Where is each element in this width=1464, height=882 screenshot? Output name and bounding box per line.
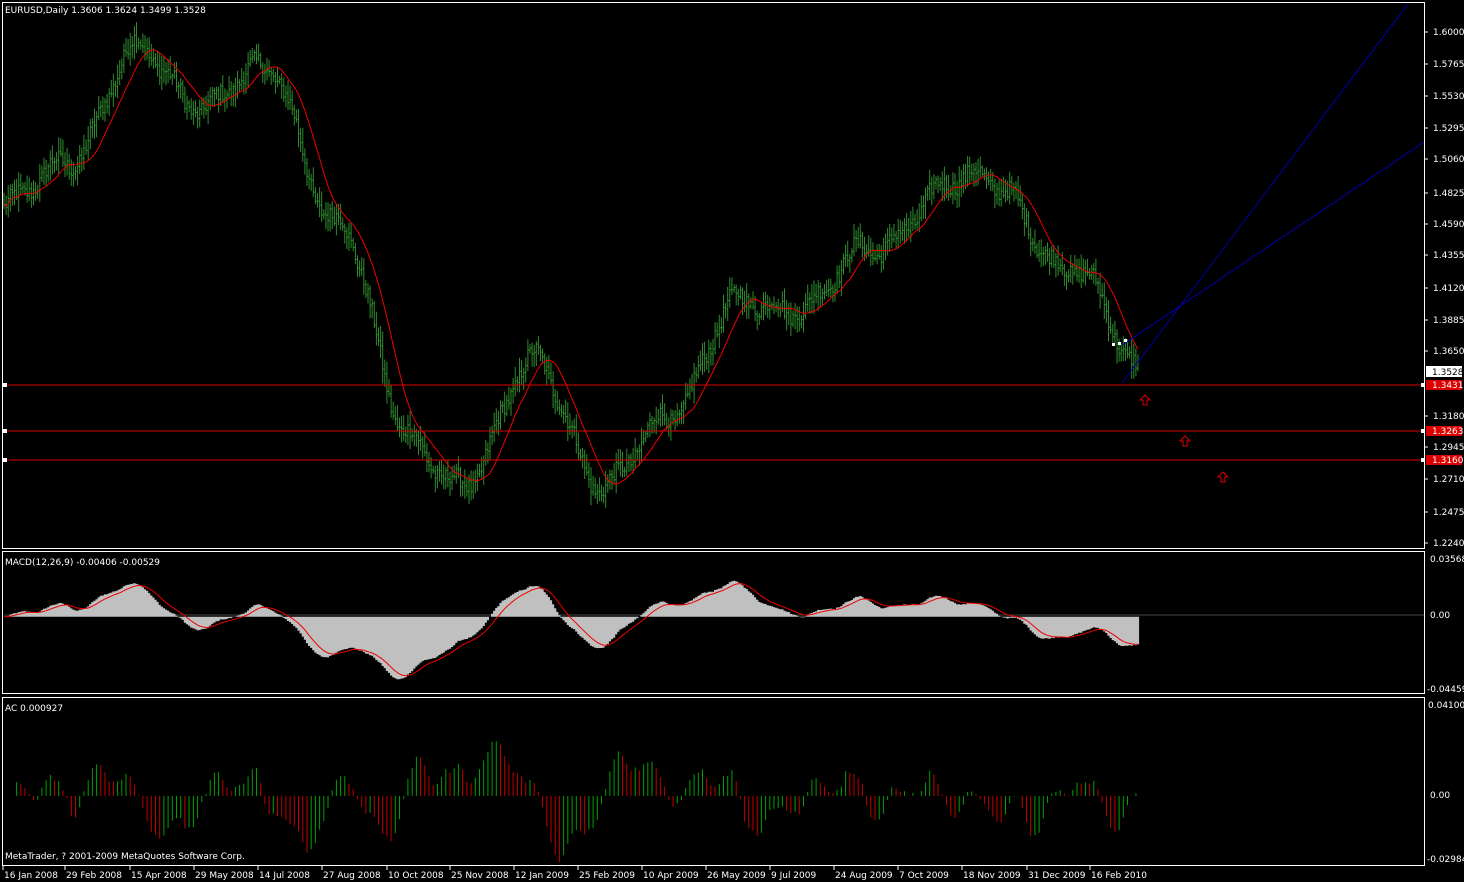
time-axis-label: 29 May 2008 — [195, 871, 254, 881]
price-axis-label: 1.5060 — [1433, 155, 1464, 165]
time-axis-label: 15 Apr 2008 — [131, 871, 187, 881]
time-axis-label: 18 Nov 2009 — [963, 871, 1021, 881]
hline-handle[interactable] — [1421, 383, 1425, 387]
hline-handle[interactable] — [3, 383, 7, 387]
ac-axis-label: 0.00 — [1430, 791, 1450, 801]
time-axis-label: 9 Jul 2009 — [771, 871, 816, 881]
price-axis-label: 1.3650 — [1433, 347, 1464, 357]
price-axis-label: 1.4355 — [1433, 251, 1464, 261]
ac-axis-label: 0.041005 — [1428, 701, 1464, 711]
ac-axis-label: -0.02984 — [1427, 855, 1464, 865]
macd-axis-label: 0.03568 — [1430, 555, 1464, 565]
trendline-handle[interactable] — [1124, 339, 1127, 342]
time-axis-label: 24 Aug 2009 — [835, 871, 893, 881]
time-axis-label: 31 Dec 2009 — [1028, 871, 1086, 881]
macd-axis-label: -0.04459 — [1427, 685, 1464, 695]
copyright-text: MetaTrader, ? 2001-2009 MetaQuotes Softw… — [5, 852, 245, 862]
current-price-label: 1.3528 — [1432, 368, 1464, 378]
hline-handle[interactable] — [3, 429, 7, 433]
price-axis-label: 1.2240 — [1433, 539, 1464, 549]
time-axis-label: 25 Nov 2008 — [451, 871, 509, 881]
hline-price-label: 1.3160 — [1432, 456, 1464, 466]
time-axis-label: 10 Apr 2009 — [643, 871, 699, 881]
price-axis-label: 1.4825 — [1433, 189, 1464, 199]
time-axis-label: 16 Feb 2010 — [1091, 871, 1147, 881]
price-axis-label: 1.5765 — [1433, 60, 1464, 70]
hline-price-label: 1.3263 — [1432, 427, 1464, 437]
time-axis-label: 7 Oct 2009 — [899, 871, 949, 881]
trendline-handle[interactable] — [1112, 343, 1115, 346]
symbol-header: EURUSD,Daily 1.3606 1.3624 1.3499 1.3528 — [5, 6, 206, 16]
time-axis-label: 26 May 2009 — [707, 871, 766, 881]
ac-header: AC 0.000927 — [5, 704, 63, 714]
hline-handle[interactable] — [1421, 458, 1425, 462]
price-axis-label: 1.3180 — [1433, 412, 1464, 422]
price-axis-label: 1.5295 — [1433, 124, 1464, 134]
price-axis-label: 1.4120 — [1433, 284, 1464, 294]
price-axis-label: 1.2475 — [1433, 508, 1464, 518]
hline-handle[interactable] — [3, 458, 7, 462]
price-axis-label: 1.5530 — [1433, 92, 1464, 102]
price-axis-label: 1.3885 — [1433, 316, 1464, 326]
hline-price-label: 1.3431 — [1432, 381, 1464, 391]
hline-handle[interactable] — [1421, 429, 1425, 433]
time-axis-label: 12 Jan 2009 — [515, 871, 569, 881]
time-axis-label: 25 Feb 2009 — [579, 871, 635, 881]
time-axis-label: 29 Feb 2008 — [66, 871, 122, 881]
macd-axis-label: 0.00 — [1430, 611, 1450, 621]
price-axis-label: 1.2710 — [1433, 475, 1464, 485]
time-axis-label: 16 Jan 2008 — [4, 871, 58, 881]
price-axis-label: 1.6000 — [1433, 28, 1464, 38]
time-axis-label: 14 Jul 2008 — [259, 871, 310, 881]
terminal-chart-window[interactable]: 1.6000 1.5765 1.5530 1.5295 1.5060 1.4825 1.45… — [0, 0, 1464, 882]
macd-header: MACD(12,26,9) -0.00406 -0.00529 — [5, 558, 160, 568]
trendline-handle[interactable] — [1118, 342, 1121, 345]
time-axis-label: 27 Aug 2008 — [323, 871, 381, 881]
price-axis-label: 1.4590 — [1433, 220, 1464, 230]
price-axis-label: 1.2945 — [1433, 443, 1464, 453]
time-axis-label: 10 Oct 2008 — [388, 871, 444, 881]
